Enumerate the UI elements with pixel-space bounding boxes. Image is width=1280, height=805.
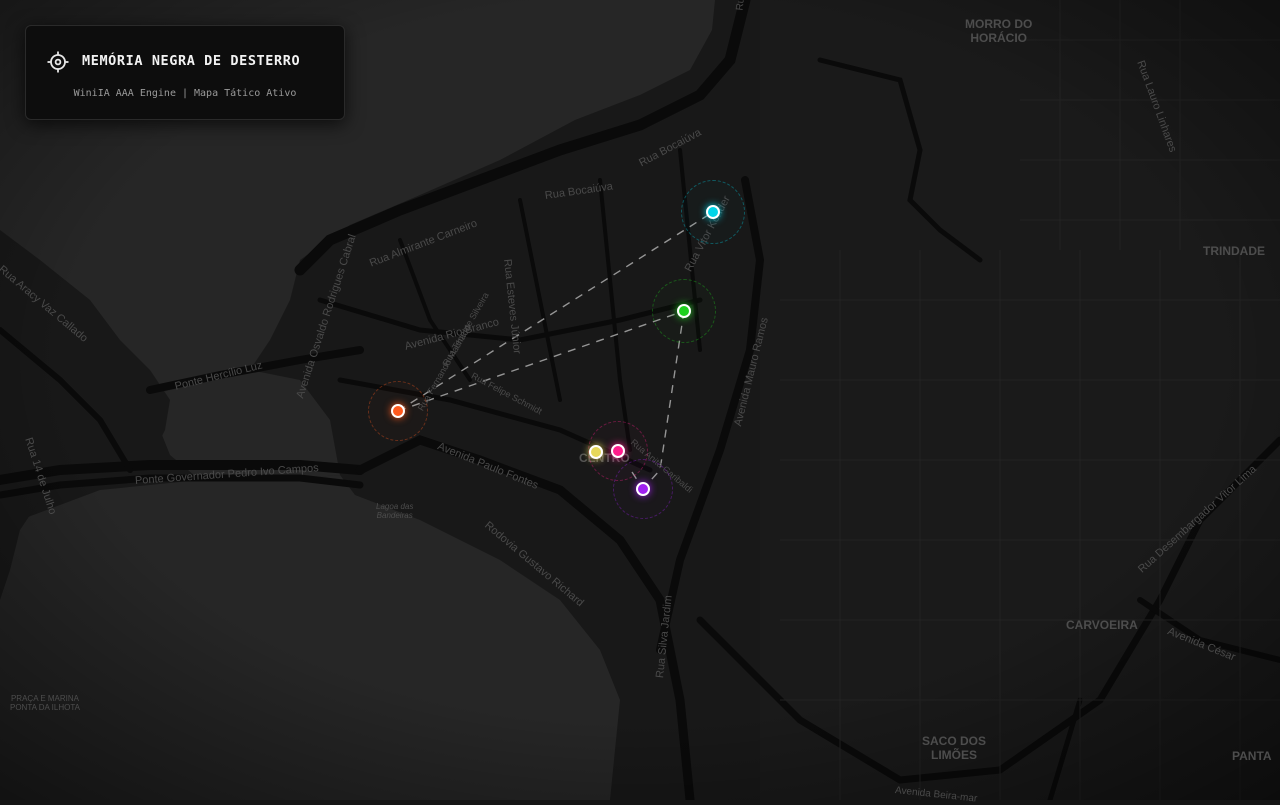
tactical-map[interactable] <box>0 0 1280 800</box>
marker-green[interactable] <box>677 304 691 318</box>
panel-subtitle: WiniIA AAA Engine | Mapa Tático Ativo <box>73 88 297 99</box>
district-pantanal: PANTA <box>1232 749 1272 763</box>
marker-magenta[interactable] <box>611 444 625 458</box>
district-carvoeira: CARVOEIRA <box>1066 618 1138 632</box>
marker-orange[interactable] <box>391 404 405 418</box>
place-praca-marina: PRAÇA E MARINA PONTA DA ILHOTA <box>10 694 80 713</box>
district-saco-dos-limoes: SACO DOS LIMÕES <box>922 734 987 762</box>
marker-purple[interactable] <box>636 482 650 496</box>
title-panel: MEMÓRIA NEGRA DE DESTERRO WiniIA AAA Eng… <box>25 25 345 120</box>
district-morro-do-horacio: MORRO DO HORÁCIO <box>965 17 1033 45</box>
crosshair-icon <box>47 51 69 73</box>
marker-cyan[interactable] <box>706 205 720 219</box>
panel-title: MEMÓRIA NEGRA DE DESTERRO <box>82 53 301 69</box>
district-trindade: TRINDADE <box>1203 244 1265 258</box>
place-lagoa-das-bandeiras: Lagoa das Bandeiras <box>376 502 414 521</box>
marker-yellow[interactable] <box>589 445 603 459</box>
vignette <box>0 0 1280 800</box>
